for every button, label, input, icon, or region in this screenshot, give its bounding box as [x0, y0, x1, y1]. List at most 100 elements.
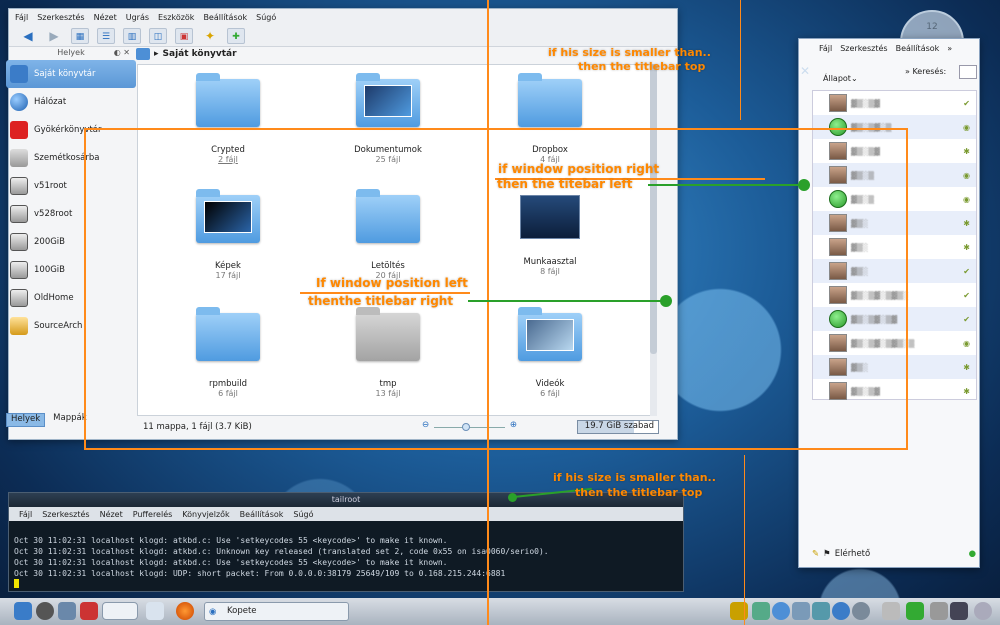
- shield-icon[interactable]: [80, 602, 98, 620]
- folder-icon: [196, 73, 260, 127]
- forward-arrow-icon[interactable]: ▶: [45, 28, 63, 44]
- search-input[interactable]: [959, 65, 977, 79]
- notes-icon[interactable]: [146, 602, 164, 620]
- kopete-footer: ✎ ⚑ Elérhető ●: [812, 546, 976, 562]
- menu-view[interactable]: Nézet: [100, 510, 123, 519]
- place-network[interactable]: Hálózat: [6, 88, 136, 116]
- folder-icon: [518, 73, 582, 127]
- kickoff-icon[interactable]: [14, 602, 32, 620]
- tray-clipboard-icon[interactable]: [792, 602, 810, 620]
- tray-trash-icon[interactable]: [882, 602, 900, 620]
- status-label: Állapot: [823, 74, 851, 83]
- trash-icon: [10, 149, 28, 167]
- panel-close-icon[interactable]: ◐ ✕: [114, 46, 130, 60]
- flag-icon: ⚑: [823, 549, 831, 559]
- menu-settings[interactable]: Beállítások: [240, 510, 284, 519]
- menu-help[interactable]: Súgó: [293, 510, 313, 519]
- split-view-icon[interactable]: ◫: [149, 27, 167, 44]
- connector-dot: [798, 179, 810, 191]
- home-icon[interactable]: [136, 48, 150, 60]
- annotation-text: if his size is smaller than..: [553, 471, 716, 484]
- menu-file[interactable]: Fájl: [819, 44, 832, 53]
- menu-file[interactable]: Fájl: [19, 510, 32, 519]
- tab-places[interactable]: Helyek: [6, 413, 46, 427]
- tray-info-icon[interactable]: [852, 602, 870, 620]
- folder-icon: [356, 73, 420, 127]
- edit-icon[interactable]: ✎: [812, 549, 819, 559]
- connector-dot: [660, 295, 672, 307]
- annotation-text: then the titlebar top: [575, 486, 703, 499]
- kopete-toolbar: Állapot⌄ » Keresés:: [799, 57, 979, 89]
- tray-update-icon[interactable]: [812, 602, 830, 620]
- breadcrumb-current[interactable]: Saját könyvtár: [163, 49, 237, 59]
- columns-view-icon[interactable]: ▥: [123, 27, 141, 44]
- details-view-icon[interactable]: ☰: [97, 27, 115, 44]
- menu-help[interactable]: Súgó: [256, 13, 276, 22]
- place-label: SourceArch: [34, 321, 83, 331]
- menu-bookmarks[interactable]: Könyvjelzők: [182, 510, 229, 519]
- menu-file[interactable]: Fájl: [15, 13, 28, 22]
- terminal-output[interactable]: Oct 30 11:02:31 localhost klogd: atkbd.c…: [9, 521, 683, 605]
- browser-icon[interactable]: [36, 602, 54, 620]
- back-arrow-icon[interactable]: ◀: [19, 28, 37, 44]
- contact-row[interactable]: ▓▒░▒▓ ✔: [813, 91, 976, 115]
- status-icon: ✔: [963, 314, 970, 324]
- preview-icon[interactable]: ▣: [175, 27, 193, 44]
- tray-network-icon[interactable]: [752, 602, 770, 620]
- tray-battery-icon[interactable]: [906, 602, 924, 620]
- drive-icon: [10, 177, 28, 195]
- show-desktop-icon[interactable]: [974, 602, 992, 620]
- annotation-arrow: [744, 455, 745, 625]
- status-icon: ◉: [963, 170, 970, 180]
- menu-go[interactable]: Ugrás: [126, 13, 149, 22]
- icons-view-icon[interactable]: ▦: [71, 27, 89, 44]
- menu-settings[interactable]: Beállítások: [896, 44, 940, 53]
- places-title: Helyek: [57, 48, 85, 57]
- annotation-text: if his size is smaller than..: [548, 46, 711, 59]
- status-icon: ✱: [963, 386, 970, 396]
- menu-view[interactable]: Nézet: [94, 13, 117, 22]
- online-status[interactable]: Elérhető: [835, 549, 870, 559]
- menu-edit[interactable]: Szerkesztés: [42, 510, 89, 519]
- place-label: v51root: [34, 181, 67, 191]
- dolphin-toolbar: ◀ ▶ ▦ ☰ ▥ ◫ ▣ ✦ ✚: [9, 25, 677, 47]
- tray-keyboard-icon[interactable]: [930, 602, 948, 620]
- status-button[interactable]: Állapot⌄: [823, 74, 858, 83]
- kopete-icon: ◉: [209, 607, 217, 617]
- log-line: Oct 30 11:02:31 localhost klogd: UDP: sh…: [14, 569, 506, 578]
- menu-settings[interactable]: Beállítások: [203, 13, 247, 22]
- menu-edit[interactable]: Szerkesztés: [840, 44, 887, 53]
- drive-icon: [10, 289, 28, 307]
- kopete-menubar: Fájl Szerkesztés Beállítások »: [799, 39, 979, 57]
- menu-more[interactable]: »: [947, 44, 952, 53]
- tray-globe-icon[interactable]: [832, 602, 850, 620]
- task-kopete[interactable]: ◉ Kopete: [204, 602, 349, 621]
- terminal-window: tailroot Fájl Szerkesztés Nézet Pufferel…: [8, 492, 684, 592]
- search-label: » Keresés:: [905, 67, 947, 76]
- menu-tools[interactable]: Eszközök: [158, 13, 194, 22]
- place-label: Hálózat: [34, 97, 67, 107]
- side-close-icon[interactable]: ✕: [800, 64, 810, 78]
- place-label: 100GiB: [34, 265, 66, 275]
- tray-volume-icon[interactable]: [730, 602, 748, 620]
- new-folder-icon[interactable]: ✦: [201, 28, 219, 44]
- drive-icon: [10, 261, 28, 279]
- status-icon: ✱: [963, 218, 970, 228]
- firefox-icon[interactable]: [176, 602, 194, 620]
- annotation-arrow: [740, 0, 741, 120]
- annotation-frame: [84, 128, 908, 450]
- terminal-panel-icon[interactable]: ✚: [227, 27, 245, 44]
- tray-kopete-icon[interactable]: [772, 602, 790, 620]
- menu-edit[interactable]: Szerkesztés: [37, 13, 84, 22]
- system-icon[interactable]: [58, 602, 76, 620]
- tray-clock-icon[interactable]: [950, 602, 968, 620]
- annotation-text: then the titlebar top: [578, 60, 706, 73]
- status-icon: ◉: [963, 338, 970, 348]
- menu-scrollback[interactable]: Pufferelés: [133, 510, 173, 519]
- annotation-text: thenthe titlebar right: [308, 294, 454, 308]
- place-home[interactable]: Saját könyvtár: [6, 60, 136, 88]
- status-icon: ◉: [963, 194, 970, 204]
- dolphin-menubar: Fájl Szerkesztés Nézet Ugrás Eszközök Be…: [9, 9, 677, 25]
- status-icon: ✔: [963, 98, 970, 108]
- pager-icon[interactable]: [102, 602, 138, 620]
